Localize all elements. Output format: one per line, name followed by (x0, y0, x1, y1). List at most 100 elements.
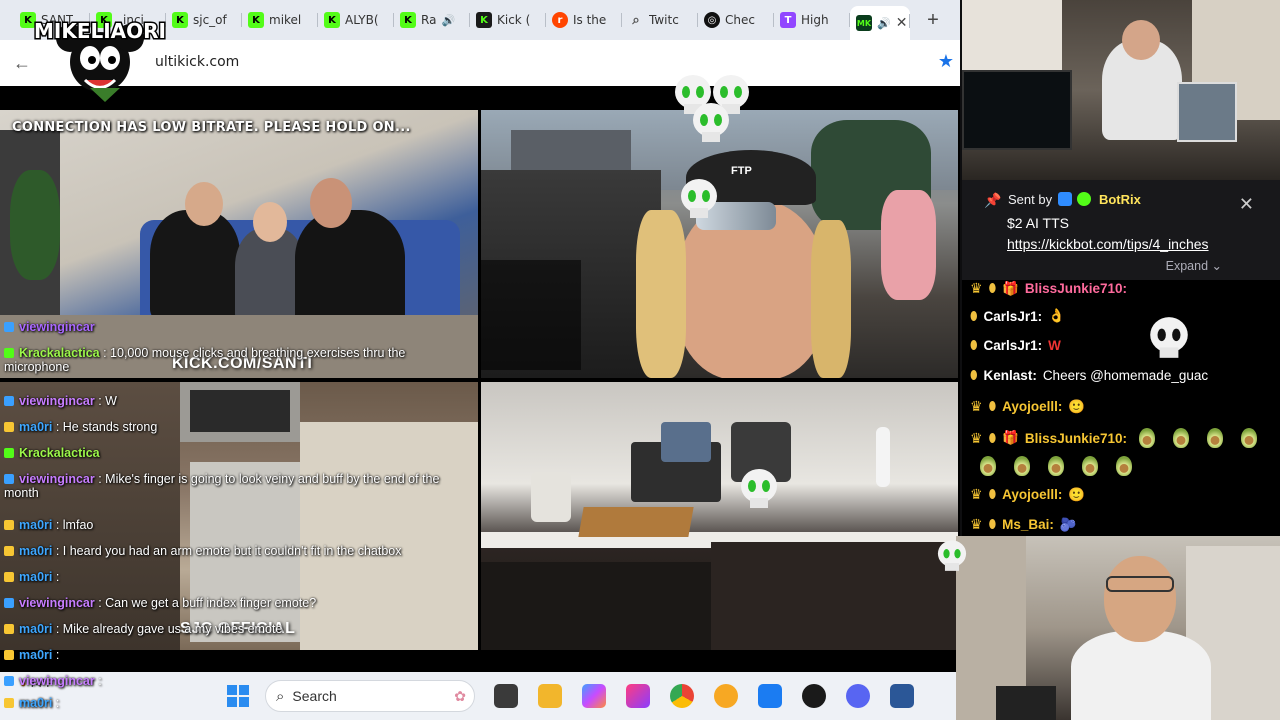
chat-panel: 📌 Sent by BotRix ✕ $2 AI TTS https://kic… (962, 180, 1280, 536)
person-left (150, 210, 240, 320)
taskbar-search[interactable]: ⌕ Search ✿ (265, 680, 475, 712)
avocado-emote-icon (1172, 428, 1189, 448)
pip-facecam (1177, 82, 1237, 142)
embedded-chat (481, 260, 581, 370)
badge-icon (4, 396, 14, 406)
chat-username: ma0ri (19, 696, 53, 710)
tab-kick[interactable]: K Kick ( (470, 5, 546, 35)
twitch-icon: T (780, 12, 796, 28)
stream-tile-top-right[interactable]: FTP (481, 110, 958, 378)
tab-title: ALYB( (345, 13, 379, 27)
chat-text: : W (94, 394, 117, 408)
app-icon[interactable] (758, 684, 782, 708)
skull-emote-icon (681, 179, 717, 218)
chat-username: viewingincar (19, 394, 95, 408)
chat-text: : lmfao (52, 518, 94, 532)
tab-twitch-search[interactable]: ⌕ Twitc (622, 5, 698, 35)
chat-text: : He stands strong (52, 420, 158, 434)
badge-icon (4, 650, 14, 660)
close-icon[interactable]: ✕ (1239, 194, 1254, 215)
word-icon[interactable] (890, 684, 914, 708)
badge-icon (4, 448, 14, 458)
sent-by-label: Sent by (1008, 192, 1053, 207)
search-icon: ⌕ (632, 12, 640, 28)
chat-username: ma0ri (19, 420, 53, 434)
tab-title: mikel (269, 13, 302, 27)
kick-icon: K (172, 12, 188, 28)
task-view-icon[interactable] (494, 684, 518, 708)
chat-line: viewingincar (4, 320, 95, 334)
cabinets (300, 422, 478, 650)
tab-twitch[interactable]: T High (774, 5, 850, 35)
stream-tile-top-left[interactable]: CONNECTION HAS LOW BITRATE. PLEASE HOLD … (0, 110, 478, 378)
close-tab-icon[interactable]: ✕ (896, 15, 908, 31)
obs-icon[interactable] (802, 684, 826, 708)
chat-username: CarlsJr1: (983, 308, 1043, 324)
speaker-icon[interactable]: 🔊 (441, 14, 455, 27)
tab-mikel[interactable]: K mikel (242, 5, 318, 35)
emote-icon: 🙂 (1068, 486, 1086, 502)
keyboard (996, 686, 1056, 720)
drop-badge-icon: ⬮ (988, 487, 997, 501)
speaker-icon[interactable]: 🔊 (877, 17, 891, 30)
avocado-emote-icon (1048, 456, 1064, 476)
tab-title: Twitc (649, 13, 679, 27)
drop-badge-icon: ⬮ (988, 399, 997, 413)
webcam-facecam (956, 536, 1280, 720)
search-icon: ⌕ (276, 687, 285, 705)
file-explorer-icon[interactable] (538, 684, 562, 708)
chrome-icon[interactable] (670, 684, 694, 708)
badge-icon (4, 422, 14, 432)
stream-tile-bottom-right[interactable] (481, 382, 958, 650)
badge-icon (4, 348, 14, 358)
drop-badge-icon: ⬮ (970, 368, 978, 382)
tab-check[interactable]: ◎ Chec (698, 5, 774, 35)
taskbar: ● 74°F ⌕ Search ✿ (0, 672, 956, 720)
streamer-head (1104, 556, 1176, 642)
bot-badge-icon (1057, 192, 1072, 206)
tab-title: Is the (573, 13, 607, 27)
chat-message: ⬮ CarlsJr1: 👌 (970, 308, 1065, 324)
crown-icon: ♛ (970, 486, 983, 502)
avocado-emote-icon (1138, 428, 1155, 448)
tablet (661, 422, 711, 462)
plant (10, 170, 60, 280)
chat-username: BlissJunkie710: (1024, 281, 1127, 296)
avocado-emote-icon (1014, 456, 1030, 476)
chat-username: viewingincar (19, 472, 95, 486)
chat-line: viewingincar : Can we get a buff index f… (4, 596, 316, 610)
kick-icon: K (324, 12, 340, 28)
tab-title: Ra (421, 13, 437, 27)
drop-badge-icon: ⬮ (970, 338, 978, 352)
paper-towel (876, 427, 890, 487)
chat-line: ma0ri : lmfao (4, 518, 93, 532)
tab-ra[interactable]: K Ra 🔊 (394, 5, 470, 35)
avocado-emote-icon (1206, 428, 1223, 448)
chat-username: ma0ri (19, 648, 53, 662)
chat-username: Ms_Bai: (1002, 517, 1054, 532)
drop-badge-icon: ⬮ (988, 281, 997, 295)
discord-icon[interactable] (846, 684, 870, 708)
chat-message: ⬮ Kenlast: Cheers @homemade_guac (970, 368, 1208, 383)
chat-line: ma0ri : (4, 570, 59, 584)
tab-sjc[interactable]: K sjc_of (166, 5, 242, 35)
chat-username: Ayojoelll: (1002, 399, 1063, 414)
tab-reddit[interactable]: r Is the (546, 5, 622, 35)
channel-logo-overlay: MIKELIAORI (32, 18, 168, 102)
windows-start-icon[interactable] (226, 684, 250, 708)
chat-line: viewingincar : (4, 674, 102, 688)
chat-line: Krackalactica (4, 446, 100, 460)
expand-button[interactable]: Expand ⌄ (1166, 258, 1222, 273)
gift-icon: 🎁 (1002, 280, 1019, 296)
microwave (190, 390, 290, 432)
tip-link[interactable]: https://kickbot.com/tips/4_inches (1007, 236, 1209, 252)
new-tab-button[interactable]: + (918, 9, 948, 32)
bookmark-star-icon[interactable]: ★ (938, 51, 954, 72)
search-placeholder: Search (292, 688, 337, 704)
tab-alyb[interactable]: K ALYB( (318, 5, 394, 35)
picsart-icon[interactable] (626, 684, 650, 708)
copilot-icon[interactable] (582, 684, 606, 708)
brightness-app-icon[interactable] (714, 684, 738, 708)
emote-icon: W (1048, 338, 1061, 353)
tab-multikick-active[interactable]: MK 🔊 ✕ (850, 6, 910, 40)
